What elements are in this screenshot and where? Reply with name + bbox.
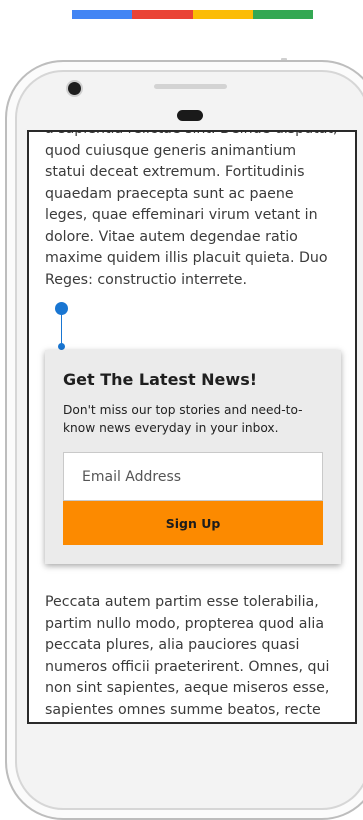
email-field[interactable]	[63, 452, 323, 501]
newsletter-card: Get The Latest News! Don't miss our top …	[45, 350, 341, 564]
newsletter-description: Don't miss our top stories and need-to-k…	[63, 403, 303, 435]
article-paragraph-bottom: Peccata autem partim esse tolerabilia, p…	[45, 594, 330, 718]
phone-speaker	[154, 84, 227, 89]
color-segment-red	[132, 10, 193, 19]
article-content-bottom: Peccata autem partim esse tolerabilia, p…	[29, 592, 355, 722]
sign-up-button[interactable]: Sign Up	[63, 501, 323, 545]
color-segment-yellow	[192, 10, 253, 19]
front-camera-icon	[68, 82, 81, 95]
color-segment-blue	[72, 10, 133, 19]
phone-screen[interactable]: a sapientia relictae sint. Deinde disput…	[27, 130, 357, 724]
newsletter-title: Get The Latest News!	[63, 370, 258, 389]
article-paragraph-top: a sapientia relictae sint. Deinde disput…	[45, 132, 338, 288]
indicator-line	[61, 314, 62, 346]
phone-sensor	[177, 110, 203, 121]
article-content: a sapientia relictae sint. Deinde disput…	[29, 132, 355, 291]
indicator-anchor-icon	[58, 343, 65, 350]
brand-color-bar	[72, 10, 313, 19]
color-segment-green	[252, 10, 313, 19]
